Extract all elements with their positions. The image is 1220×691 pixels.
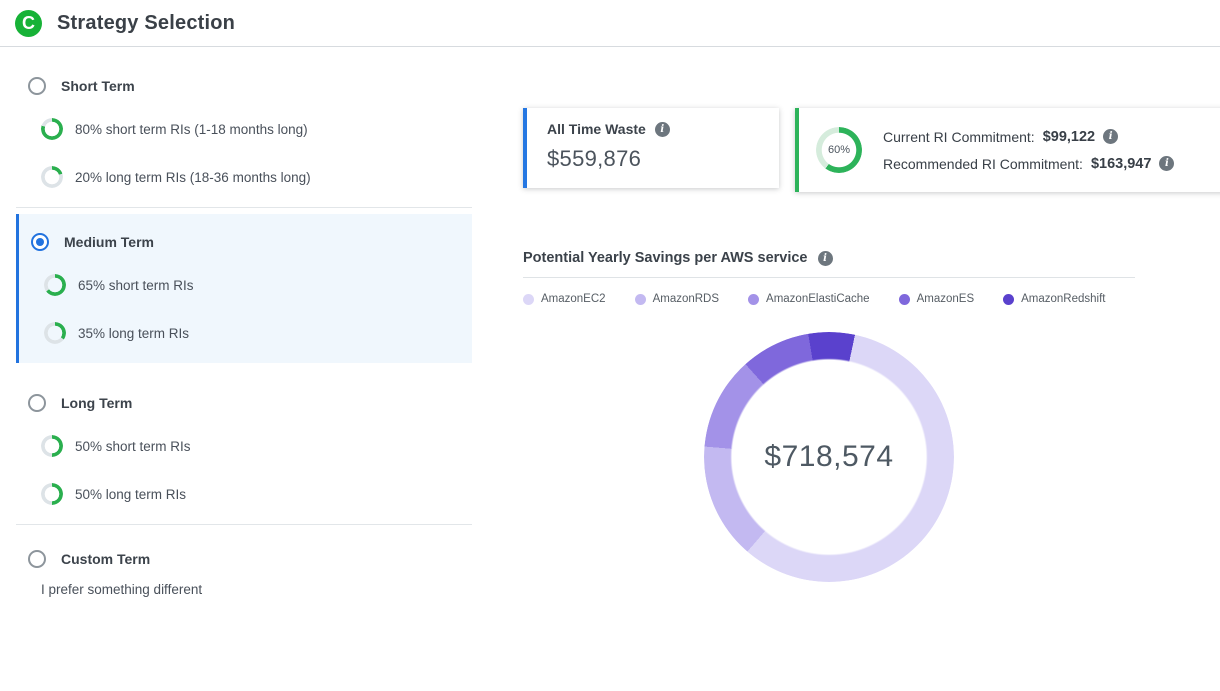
strategy-option-medium-term[interactable]: Medium Term <box>19 214 472 261</box>
ri-commitment-row: Current RI Commitment: $99,122 i <box>883 129 1174 145</box>
chart-legend: AmazonEC2 AmazonRDS AmazonElastiCache Amazo… <box>523 293 1135 305</box>
strategy-group-medium-term: Medium Term 65% short term RIs 35% long te… <box>16 214 472 363</box>
all-time-waste-value: $559,876 <box>547 146 759 172</box>
donut-center-total: $718,574 <box>704 332 954 582</box>
app-logo-icon: C <box>15 10 42 37</box>
allocation-option: 50% short term RIs <box>16 422 472 470</box>
strategy-group-long-term: Long Term 50% short term RIs 50% long term… <box>16 375 472 525</box>
allocation-option: 35% long term RIs <box>19 309 472 357</box>
allocation-label: 80% short term RIs (1-18 months long) <box>75 122 308 137</box>
legend-dot <box>635 294 646 305</box>
radio-unselected-icon[interactable] <box>28 550 46 568</box>
allocation-label: 65% short term RIs <box>78 278 194 293</box>
all-time-waste-title: All Time Waste <box>547 121 646 137</box>
allocation-ring-icon <box>41 435 63 457</box>
allocation-option: 65% short term RIs <box>19 261 472 309</box>
radio-unselected-icon[interactable] <box>28 77 46 95</box>
strategy-group-short-term: Short Term 80% short term RIs (1-18 month… <box>16 58 472 208</box>
strategy-selection-page: C Strategy Selection Short Term 80% short… <box>0 0 1220 691</box>
allocation-label: 50% long term RIs <box>75 487 186 502</box>
legend-item[interactable]: AmazonRDS <box>635 293 719 305</box>
ri-commitment-rows: Current RI Commitment:$99,122iRecommende… <box>883 129 1174 172</box>
legend-dot <box>748 294 759 305</box>
commitment-label: Recommended RI Commitment: <box>883 156 1083 172</box>
commitment-value: $163,947 <box>1091 156 1151 172</box>
strategy-option-short-term[interactable]: Short Term <box>16 58 472 105</box>
info-icon[interactable]: i <box>1159 156 1174 171</box>
commitment-value: $99,122 <box>1043 129 1095 145</box>
legend-item[interactable]: AmazonEC2 <box>523 293 606 305</box>
page-title: Strategy Selection <box>57 12 235 35</box>
info-icon[interactable]: i <box>818 251 833 266</box>
allocation-ring-icon <box>44 274 66 296</box>
gauge-percent-label: 60% <box>816 127 862 173</box>
header: C Strategy Selection <box>0 0 1220 47</box>
legend-item[interactable]: AmazonElastiCache <box>748 293 870 305</box>
allocation-option: 50% long term RIs <box>16 470 472 518</box>
ri-commitment-card: 60% Current RI Commitment:$99,122iRecomm… <box>795 108 1220 192</box>
chart-title: Potential Yearly Savings per AWS service <box>523 250 808 266</box>
legend-label: AmazonRedshift <box>1021 293 1105 305</box>
info-icon[interactable]: i <box>655 122 670 137</box>
legend-label: AmazonRDS <box>653 293 719 305</box>
legend-item[interactable]: AmazonES <box>899 293 975 305</box>
allocation-label: 35% long term RIs <box>78 326 189 341</box>
radio-selected-icon[interactable] <box>31 233 49 251</box>
strategy-label: Custom Term <box>61 551 150 567</box>
strategy-option-long-term[interactable]: Long Term <box>16 375 472 422</box>
ri-commitment-row: Recommended RI Commitment: $163,947 i <box>883 156 1174 172</box>
strategy-group-custom-term: Custom Term I prefer something different <box>16 531 472 619</box>
allocation-ring-icon <box>41 166 63 188</box>
allocation-label: 20% long term RIs (18-36 months long) <box>75 170 311 185</box>
legend-dot <box>899 294 910 305</box>
radio-unselected-icon[interactable] <box>28 394 46 412</box>
legend-dot <box>523 294 534 305</box>
savings-chart-section: Potential Yearly Savings per AWS service… <box>523 250 1135 582</box>
legend-dot <box>1003 294 1014 305</box>
allocation-ring-icon <box>41 483 63 505</box>
all-time-waste-card: All Time Waste i $559,876 <box>523 108 779 188</box>
ri-commitment-gauge: 60% <box>816 127 862 173</box>
allocation-ring-icon <box>41 118 63 140</box>
allocation-option: 20% long term RIs (18-36 months long) <box>16 153 472 201</box>
allocation-ring-icon <box>44 322 66 344</box>
strategy-label: Long Term <box>61 395 132 411</box>
strategy-label: Medium Term <box>64 234 154 250</box>
allocation-option: 80% short term RIs (1-18 months long) <box>16 105 472 153</box>
allocation-label: 50% short term RIs <box>75 439 191 454</box>
strategy-list: Short Term 80% short term RIs (1-18 month… <box>16 58 472 619</box>
legend-item[interactable]: AmazonRedshift <box>1003 293 1105 305</box>
commitment-label: Current RI Commitment: <box>883 129 1035 145</box>
custom-term-note: I prefer something different <box>16 578 472 613</box>
info-icon[interactable]: i <box>1103 129 1118 144</box>
strategy-option-custom-term[interactable]: Custom Term <box>16 531 472 578</box>
strategy-label: Short Term <box>61 78 135 94</box>
savings-donut-chart: $718,574 <box>704 332 954 582</box>
legend-label: AmazonEC2 <box>541 293 606 305</box>
legend-label: AmazonES <box>917 293 975 305</box>
legend-label: AmazonElastiCache <box>766 293 870 305</box>
